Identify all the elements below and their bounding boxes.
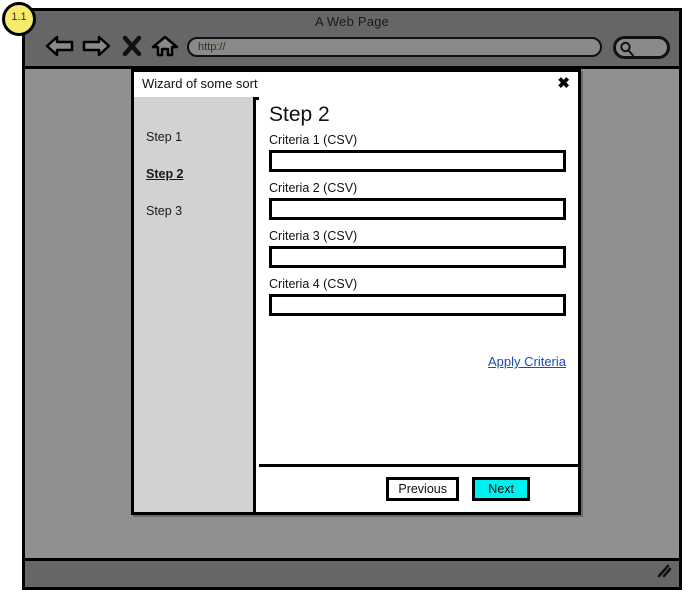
field-group-criteria-1: Criteria 1 (CSV) xyxy=(269,133,566,172)
sidebar-item-step-1[interactable]: Step 1 xyxy=(146,130,182,144)
browser-status-bar xyxy=(25,558,679,587)
close-icon[interactable]: ✖ xyxy=(557,75,570,93)
back-arrow-icon[interactable] xyxy=(45,34,75,63)
wizard-step-sidebar: Step 1 Step 2 Step 3 xyxy=(134,97,256,512)
criteria-1-input[interactable] xyxy=(269,150,566,172)
next-button[interactable]: Next xyxy=(472,477,530,501)
sidebar-item-step-2[interactable]: Step 2 xyxy=(146,167,184,181)
criteria-2-label: Criteria 2 (CSV) xyxy=(269,181,358,195)
forward-arrow-icon[interactable] xyxy=(81,34,111,63)
field-group-criteria-2: Criteria 2 (CSV) xyxy=(269,181,566,220)
criteria-3-input[interactable] xyxy=(269,246,566,268)
resize-grip-icon[interactable] xyxy=(656,564,672,583)
dialog-title: Wizard of some sort xyxy=(142,76,258,91)
dialog-titlebar: Wizard of some sort ✖ xyxy=(134,72,578,100)
field-group-criteria-3: Criteria 3 (CSV) xyxy=(269,229,566,268)
field-group-criteria-4: Criteria 4 (CSV) xyxy=(269,277,566,316)
criteria-3-label: Criteria 3 (CSV) xyxy=(269,229,358,243)
home-icon[interactable] xyxy=(151,34,179,63)
criteria-4-label: Criteria 4 (CSV) xyxy=(269,277,358,291)
criteria-2-input[interactable] xyxy=(269,198,566,220)
wizard-main-panel: Step 2 Criteria 1 (CSV) Criteria 2 (CSV)… xyxy=(259,97,578,512)
page-viewport: Wizard of some sort ✖ Step 1 Step 2 Step… xyxy=(25,69,679,558)
wizard-dialog: Wizard of some sort ✖ Step 1 Step 2 Step… xyxy=(131,69,581,515)
url-bar[interactable]: http:// xyxy=(187,37,602,57)
dialog-body: Step 1 Step 2 Step 3 Step 2 Criteria 1 (… xyxy=(134,97,578,512)
url-text: http:// xyxy=(198,41,226,53)
browser-page-title: A Web Page xyxy=(314,14,390,29)
stop-x-icon[interactable] xyxy=(121,34,143,63)
browser-chrome: A Web Page http:// xyxy=(25,11,679,69)
criteria-1-label: Criteria 1 (CSV) xyxy=(269,133,358,147)
annotation-badge: 1.1 xyxy=(2,2,36,36)
criteria-4-input[interactable] xyxy=(269,294,566,316)
criteria-form: Criteria 1 (CSV) Criteria 2 (CSV) Criter… xyxy=(269,133,566,325)
dialog-footer: Previous Next xyxy=(259,464,578,512)
annotation-number: 1.1 xyxy=(11,11,27,23)
search-magnifier-icon xyxy=(618,40,636,63)
previous-button[interactable]: Previous xyxy=(386,477,459,501)
browser-window: A Web Page http:// Wizard of some sort ✖… xyxy=(22,8,682,590)
browser-toolbar: http:// xyxy=(25,32,679,66)
step-heading: Step 2 xyxy=(269,103,330,126)
sidebar-item-step-3[interactable]: Step 3 xyxy=(146,204,182,218)
apply-criteria-link[interactable]: Apply Criteria xyxy=(488,354,566,369)
browser-search-box[interactable] xyxy=(613,36,670,59)
